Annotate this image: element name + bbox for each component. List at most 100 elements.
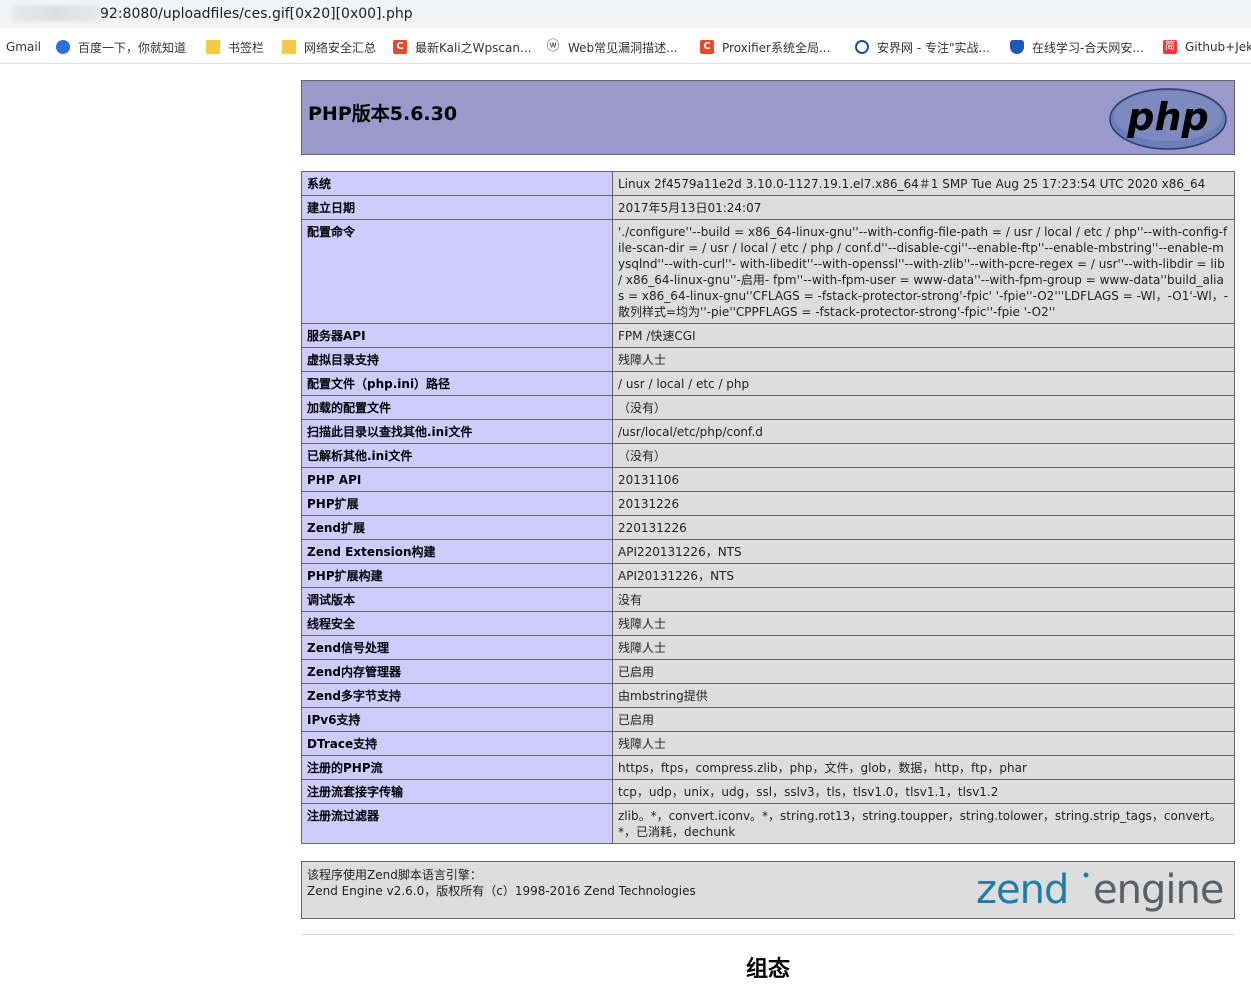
bookmark-baidu[interactable]: 百度一下，你就知道 (56, 38, 186, 56)
zend-engine-box: 该程序使用Zend脚本语言引擎： Zend Engine v2.6.0，版权所有… (301, 861, 1235, 919)
row-key: 调试版本 (301, 587, 613, 612)
bookmark-web-vuln[interactable]: ⓦ Web常见漏洞描述... (546, 38, 678, 56)
row-value: 残障人士 (612, 347, 1235, 372)
csdn-icon: C (700, 40, 714, 54)
row-value: 已启用 (612, 707, 1235, 732)
row-key: 系统 (301, 171, 613, 196)
table-row: 线程安全 残障人士 (301, 611, 1235, 636)
row-value: zlib。*，convert.iconv。*，string.rot13，stri… (612, 803, 1235, 844)
bookmark-label: 网络安全汇总 (304, 40, 377, 55)
bookmark-label: 在线学习-合天网安... (1032, 40, 1144, 55)
bookmarks-bar: Gmail 百度一下，你就知道 书签栏 网络安全汇总 C 最新Kali之Wpsca… (0, 28, 1251, 64)
zend-engine-copyright: Zend Engine v2.6.0，版权所有（c）1998-2016 Zend… (307, 884, 696, 898)
row-key: Zend扩展 (301, 515, 613, 540)
table-row: 配置命令 './configure''--build = x86_64-linux… (301, 219, 1235, 324)
table-row: 扫描此目录以查找其他.ini文件/usr/local/etc/php/conf.… (301, 419, 1235, 444)
table-row: 配置文件（php.ini）路径 / usr / local / etc / php (301, 371, 1235, 396)
row-key: 配置命令 (301, 219, 613, 324)
row-key: 服务器API (301, 323, 613, 348)
row-value: FPM /快速CGI (612, 323, 1235, 348)
php-logo-icon[interactable]: php (1108, 87, 1228, 151)
row-value: 20131106 (612, 467, 1235, 492)
row-key: Zend多字节支持 (301, 683, 613, 708)
bookmark-label: Gmail (6, 40, 42, 54)
row-key: DTrace支持 (301, 731, 613, 756)
row-value: /usr/local/etc/php/conf.d (612, 419, 1235, 444)
row-value: / usr / local / etc / php (612, 371, 1235, 396)
table-row: PHP扩展构建 API20131226，NTS (301, 563, 1235, 588)
configuration-heading: 组态 (745, 957, 790, 982)
bookmark-label: Proxifier系统全局... (722, 40, 831, 55)
row-key: 建立日期 (301, 195, 613, 220)
table-row: 调试版本 没有 (301, 587, 1235, 612)
row-value: （没有） (612, 395, 1235, 420)
table-row: 系统 Linux 2f4579a11e2d 3.10.0-1127.19.1.el… (301, 171, 1235, 196)
bookmark-label: 百度一下，你就知道 (78, 40, 187, 55)
row-value: 2017年5月13日01:24:07 (612, 195, 1235, 220)
php-logo-text: php (1126, 95, 1208, 139)
row-value: 残障人士 (612, 635, 1235, 660)
table-row: 注册流套接字传输 tcp，udp，unix，udg，ssl，sslv3，tls，t… (301, 779, 1235, 804)
bookmark-kali-wpscan[interactable]: C 最新Kali之Wpscan... (393, 38, 531, 56)
bookmark-hetian[interactable]: 在线学习-合天网安... (1010, 38, 1144, 56)
row-value: 残障人士 (612, 611, 1235, 636)
row-key: IPv6支持 (301, 707, 613, 732)
bookmark-folder-security[interactable]: 网络安全汇总 (282, 38, 376, 56)
zend-engine-logo-icon[interactable]: zend engine (976, 865, 1228, 917)
php-info-table: 系统 Linux 2f4579a11e2d 3.10.0-1127.19.1.el… (301, 171, 1235, 844)
row-value: 220131226 (612, 515, 1235, 540)
row-value: 20131226 (612, 491, 1235, 516)
bookmark-folder-shuqian[interactable]: 书签栏 (206, 38, 264, 56)
bookmark-label: Web常见漏洞描述... (568, 40, 678, 55)
jianshu-icon: 简 (1163, 40, 1177, 54)
table-row: DTrace支持 残障人士 (301, 731, 1235, 756)
table-row: PHP API 20131106 (301, 467, 1235, 492)
phpinfo-content: PHP版本5.6.30 php 系统 Linux 2f4579a11e2d 3.1… (301, 80, 1235, 983)
bookmark-label: Github+Jek (1185, 40, 1251, 54)
row-value: https，ftps，compress.zlib，php，文件，glob，数据，… (612, 755, 1235, 780)
table-row: Zend信号处理 残障人士 (301, 635, 1235, 660)
row-value: API220131226，NTS (612, 539, 1235, 564)
url-text[interactable]: 92:8080/uploadfiles/ces.gif[0x20][0x00].… (12, 5, 413, 22)
row-key: 已解析其他.ini文件 (301, 443, 613, 468)
php-version-header: PHP版本5.6.30 php (301, 80, 1235, 155)
row-key: PHP扩展构建 (301, 563, 613, 588)
table-row: PHP扩展 20131226 (301, 491, 1235, 516)
bookmark-anjie[interactable]: 安界网 - 专注"实战... (855, 38, 990, 56)
row-value: API20131226，NTS (612, 563, 1235, 588)
table-row: 注册流过滤器 zlib。*，convert.iconv。*，string.rot1… (301, 803, 1235, 844)
bookmark-gmail[interactable]: Gmail (6, 38, 41, 56)
page-title: PHP版本5.6.30 (308, 103, 458, 125)
bookmark-github-jekyll[interactable]: 简 Github+Jek (1163, 38, 1251, 56)
anjie-icon (855, 40, 869, 54)
redacted-host (12, 5, 100, 21)
row-key: 虚拟目录支持 (301, 347, 613, 372)
table-row: Zend内存管理器 已启用 (301, 659, 1235, 684)
bookmark-label: 书签栏 (228, 40, 265, 55)
table-row: 加载的配置文件 （没有） (301, 395, 1235, 420)
row-value: 已启用 (612, 659, 1235, 684)
row-key: 配置文件（php.ini）路径 (301, 371, 613, 396)
row-key: PHP API (301, 467, 613, 492)
table-row: IPv6支持 已启用 (301, 707, 1235, 732)
zend-engine-note: 该程序使用Zend脚本语言引擎： (307, 868, 482, 882)
row-key: 线程安全 (301, 611, 613, 636)
table-row: Zend扩展 220131226 (301, 515, 1235, 540)
table-row: 服务器API FPM /快速CGI (301, 323, 1235, 348)
row-value: 残障人士 (612, 731, 1235, 756)
folder-icon (206, 40, 220, 54)
address-bar[interactable]: 92:8080/uploadfiles/ces.gif[0x20][0x00].… (0, 0, 1251, 28)
row-value: tcp，udp，unix，udg，ssl，sslv3，tls，tlsv1.0，t… (612, 779, 1235, 804)
row-key: Zend信号处理 (301, 635, 613, 660)
bookmark-proxifier[interactable]: C Proxifier系统全局... (700, 38, 830, 56)
zend-logo-dot-icon (1083, 872, 1089, 878)
row-value: Linux 2f4579a11e2d 3.10.0-1127.19.1.el7.… (612, 171, 1235, 196)
baidu-icon (56, 40, 70, 54)
row-key: Zend内存管理器 (301, 659, 613, 684)
row-value: 没有 (612, 587, 1235, 612)
table-row: 注册的PHP流 https，ftps，compress.zlib，php，文件，g… (301, 755, 1235, 780)
url-value: 92:8080/uploadfiles/ces.gif[0x20][0x00].… (100, 6, 413, 22)
row-key: 注册流套接字传输 (301, 779, 613, 804)
row-value: 由mbstring提供 (612, 683, 1235, 708)
row-key: 注册的PHP流 (301, 755, 613, 780)
